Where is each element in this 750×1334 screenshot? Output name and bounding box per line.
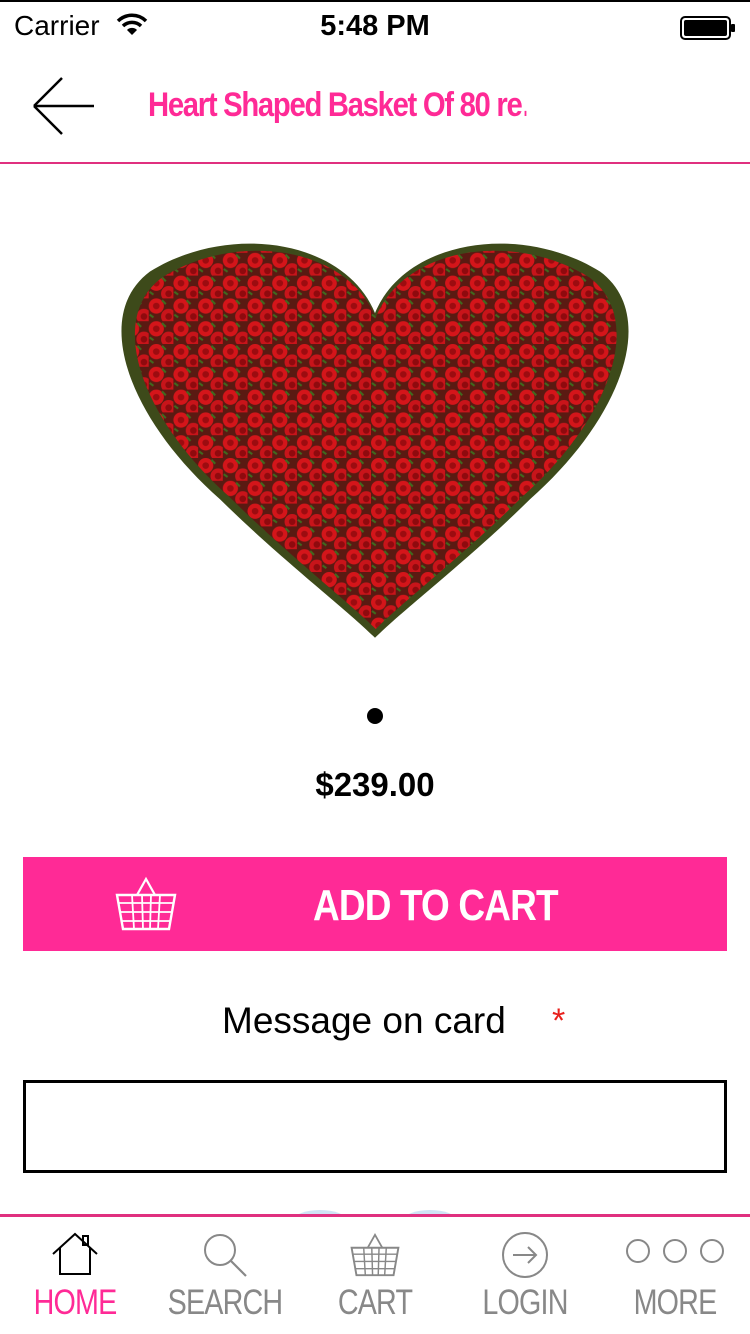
tab-more-label: MORE <box>633 1283 718 1322</box>
status-bar: Carrier 5:48 PM <box>0 0 750 50</box>
product-price: $239.00 <box>315 766 435 803</box>
home-icon <box>52 1232 98 1275</box>
tab-bar: HOME SEARCH CART LOGIN MORE <box>0 1214 750 1334</box>
tab-search-label: SEARCH <box>167 1283 284 1322</box>
message-label: Message on card <box>222 1000 506 1041</box>
basket-icon <box>350 1233 400 1277</box>
basket-icon <box>115 876 177 931</box>
tab-search[interactable]: SEARCH <box>150 1217 300 1334</box>
tab-login[interactable]: LOGIN <box>450 1217 600 1334</box>
status-time: 5:48 PM <box>320 10 430 42</box>
tab-home-label: HOME <box>33 1283 118 1322</box>
product-image <box>121 243 629 638</box>
image-pager-dot[interactable] <box>367 708 383 724</box>
add-to-cart-label: ADD TO CART <box>313 881 559 930</box>
tab-cart[interactable]: CART <box>300 1217 450 1334</box>
tab-cart-label: CART <box>337 1283 413 1322</box>
tab-login-label: LOGIN <box>482 1283 568 1322</box>
nav-bar: Heart Shaped Basket Of 80 re… <box>0 50 750 164</box>
more-icon <box>626 1239 724 1263</box>
add-to-cart-button[interactable]: ADD TO CART <box>23 857 727 951</box>
search-icon <box>204 1234 247 1277</box>
required-mark: * <box>552 1002 566 1040</box>
battery-icon <box>680 16 735 40</box>
page-title: Heart Shaped Basket Of 80 re… <box>148 86 527 124</box>
tab-more[interactable]: MORE <box>600 1217 750 1334</box>
login-icon <box>502 1232 548 1278</box>
tab-home[interactable]: HOME <box>0 1217 150 1334</box>
back-arrow-icon[interactable] <box>26 72 100 140</box>
card-message-input[interactable] <box>23 1080 727 1173</box>
